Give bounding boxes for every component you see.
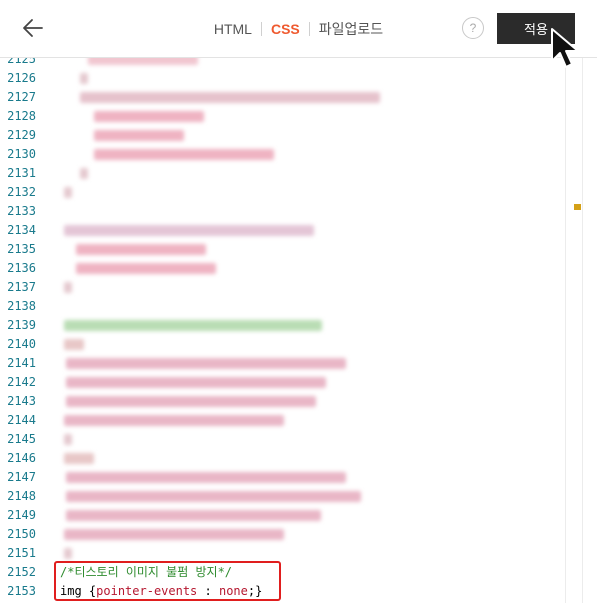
obscured-code <box>66 472 346 483</box>
code-line[interactable]: 2141 <box>0 354 565 373</box>
obscured-code <box>66 358 346 369</box>
obscured-code <box>64 415 284 426</box>
obscured-code <box>64 282 72 293</box>
code-line[interactable]: 2127 <box>0 88 565 107</box>
obscured-code <box>66 396 316 407</box>
help-button[interactable]: ? <box>462 17 484 39</box>
line-number: 2152 <box>7 565 36 579</box>
line-number: 2127 <box>7 90 36 104</box>
obscured-code <box>94 111 204 122</box>
code-line[interactable]: 2148 <box>0 487 565 506</box>
tab-html[interactable]: HTML <box>205 21 261 37</box>
obscured-code <box>64 320 322 331</box>
code-line[interactable]: 2143 <box>0 392 565 411</box>
obscured-code <box>64 548 72 559</box>
code-line[interactable]: 2147 <box>0 468 565 487</box>
obscured-code <box>64 225 314 236</box>
mouse-cursor-icon <box>551 28 579 68</box>
code-line[interactable]: 2149 <box>0 506 565 525</box>
code-line[interactable]: 2140 <box>0 335 565 354</box>
line-number: 2137 <box>7 280 36 294</box>
obscured-code <box>66 510 321 521</box>
code-line[interactable]: 2137 <box>0 278 565 297</box>
tab-file-upload[interactable]: 파일업로드 <box>310 19 392 39</box>
obscured-code <box>76 244 206 255</box>
code-line[interactable]: 2132 <box>0 183 565 202</box>
line-number: 2149 <box>7 508 36 522</box>
line-number: 2131 <box>7 166 36 180</box>
code-line[interactable]: 2133 <box>0 202 565 221</box>
line-number: 2132 <box>7 185 36 199</box>
line-number: 2141 <box>7 356 36 370</box>
line-number: 2135 <box>7 242 36 256</box>
code-line[interactable]: 2131 <box>0 164 565 183</box>
code-line[interactable]: 2150 <box>0 525 565 544</box>
scrollbar-marker <box>574 204 581 210</box>
obscured-code <box>80 73 88 84</box>
editor-right-margin <box>583 58 597 603</box>
code-line[interactable]: 2125 <box>0 58 565 69</box>
obscured-code <box>64 187 72 198</box>
code-line[interactable]: 2146 <box>0 449 565 468</box>
code-line[interactable]: 2126 <box>0 69 565 88</box>
obscured-code <box>80 92 380 103</box>
code-line[interactable]: 2136 <box>0 259 565 278</box>
line-number: 2130 <box>7 147 36 161</box>
obscured-code <box>88 58 198 65</box>
line-number: 2128 <box>7 109 36 123</box>
line-number: 2139 <box>7 318 36 332</box>
line-number: 2150 <box>7 527 36 541</box>
line-number: 2143 <box>7 394 36 408</box>
obscured-code <box>76 263 216 274</box>
obscured-code <box>64 453 94 464</box>
obscured-code <box>80 168 88 179</box>
line-number: 2146 <box>7 451 36 465</box>
line-number: 2126 <box>7 71 36 85</box>
code-line[interactable]: 2138 <box>0 297 565 316</box>
line-number: 2153 <box>7 584 36 598</box>
line-number: 2142 <box>7 375 36 389</box>
line-number: 2147 <box>7 470 36 484</box>
code-line[interactable]: 2139 <box>0 316 565 335</box>
code-line[interactable]: 2130 <box>0 145 565 164</box>
obscured-code <box>94 149 274 160</box>
code-line[interactable]: 2145 <box>0 430 565 449</box>
line-number: 2125 <box>7 58 36 66</box>
line-number: 2151 <box>7 546 36 560</box>
obscured-code <box>64 434 72 445</box>
highlight-annotation-box <box>54 561 281 601</box>
obscured-code <box>64 339 84 350</box>
code-line[interactable]: 2134 <box>0 221 565 240</box>
line-number: 2148 <box>7 489 36 503</box>
obscured-code <box>64 529 284 540</box>
editor-header: HTML CSS 파일업로드 ? 적용 <box>0 0 597 58</box>
code-line[interactable]: 2144 <box>0 411 565 430</box>
obscured-code <box>66 491 361 502</box>
css-code-editor[interactable]: 2125 2126 2127 2128 2129 2130 2131 2132 2133 2134… <box>0 58 565 603</box>
editor-vertical-scrollbar[interactable] <box>565 58 583 603</box>
line-number: 2145 <box>7 432 36 446</box>
obscured-code <box>66 377 326 388</box>
code-line[interactable]: 2128 <box>0 107 565 126</box>
code-line[interactable]: 2142 <box>0 373 565 392</box>
line-number: 2144 <box>7 413 36 427</box>
line-number: 2138 <box>7 299 36 313</box>
line-number: 2129 <box>7 128 36 142</box>
tab-css[interactable]: CSS <box>262 21 309 37</box>
line-number: 2134 <box>7 223 36 237</box>
line-number: 2133 <box>7 204 36 218</box>
obscured-code <box>94 130 184 141</box>
line-number: 2140 <box>7 337 36 351</box>
code-line[interactable]: 2135 <box>0 240 565 259</box>
line-number: 2136 <box>7 261 36 275</box>
code-line[interactable]: 2129 <box>0 126 565 145</box>
